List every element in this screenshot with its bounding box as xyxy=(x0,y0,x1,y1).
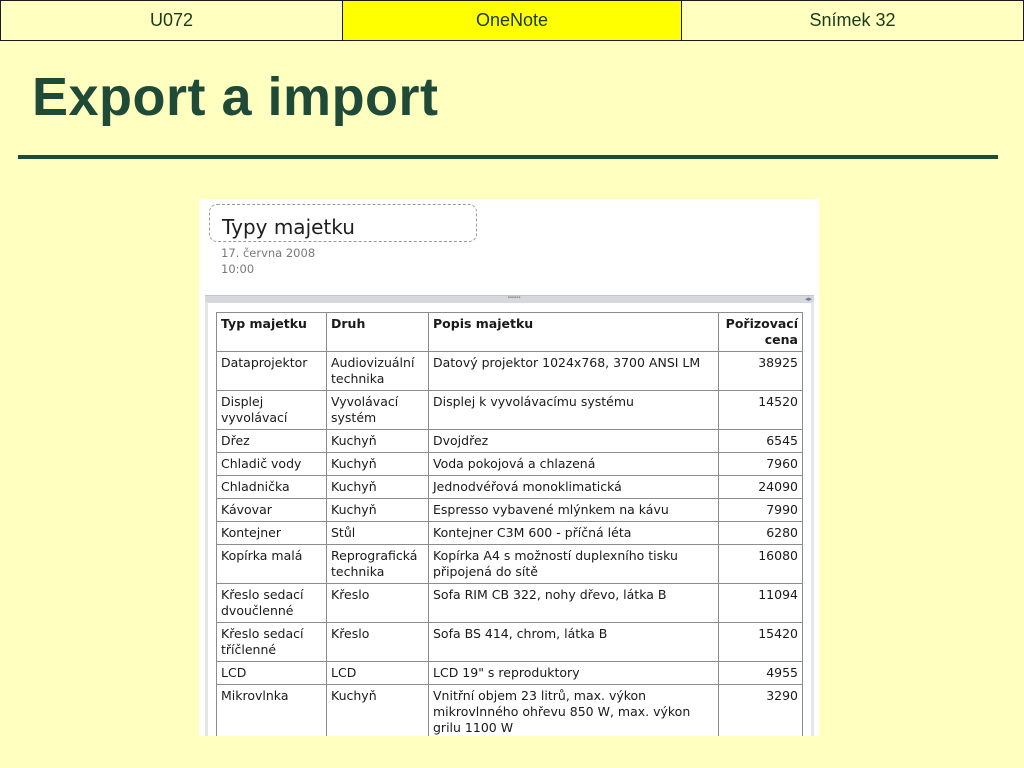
cell-category: Kuchyň xyxy=(326,498,429,522)
page-date: 17. června 2008 xyxy=(221,246,316,260)
cell-description: Jednodvéřová monoklimatická xyxy=(428,475,719,499)
cell-cost: 6545 xyxy=(718,429,803,453)
cell-category: Vyvolávací systém xyxy=(326,390,429,430)
table-row: Dřez Kuchyň Dvojdřez 6545 xyxy=(216,429,803,453)
cell-cost: 16080 xyxy=(718,544,803,584)
column-header-description: Popis majetku xyxy=(428,312,719,352)
cell-type: Chladnička xyxy=(216,475,327,499)
table-row: Chladič vody Kuchyň Voda pokojová a chla… xyxy=(216,452,803,476)
cell-cost: 15420 xyxy=(718,622,803,662)
header-topic: OneNote xyxy=(343,1,682,40)
cell-type: Chladič vody xyxy=(216,452,327,476)
cell-description: Dvojdřez xyxy=(428,429,719,453)
cell-type: Kontejner xyxy=(216,521,327,545)
table-row: Křeslo sedací dvoučlenné Křeslo Sofa RIM… xyxy=(216,583,803,623)
cell-cost: 24090 xyxy=(718,475,803,499)
cell-type: Kávovar xyxy=(216,498,327,522)
cell-category: LCD xyxy=(326,661,429,685)
outline-drag-handle-icon: ▪▪▪▪▪▪ xyxy=(507,295,521,301)
cell-cost: 7960 xyxy=(718,452,803,476)
cell-description: Sofa BS 414, chrom, látka B xyxy=(428,622,719,662)
cell-type: Křeslo sedací tříčlenné xyxy=(216,622,327,662)
cell-cost: 38925 xyxy=(718,351,803,391)
cell-description: Datový projektor 1024x768, 3700 ANSI LM xyxy=(428,351,719,391)
table-row: Kávovar Kuchyň Espresso vybavené mlýnkem… xyxy=(216,498,803,522)
cell-cost: 6280 xyxy=(718,521,803,545)
cell-cost: 4955 xyxy=(718,661,803,685)
cell-type: Dataprojektor xyxy=(216,351,327,391)
cell-description: Vnitřní objem 23 litrů, max. výkon mikro… xyxy=(428,684,719,736)
cell-category: Stůl xyxy=(326,521,429,545)
cell-cost: 11094 xyxy=(718,583,803,623)
page-time: 10:00 xyxy=(221,262,255,276)
page-title-box: Typy majetku xyxy=(209,204,477,242)
table-header-row: Typ majetku Druh Popis majetku Pořizovac… xyxy=(216,312,803,352)
cell-category: Křeslo xyxy=(326,622,429,662)
cell-cost: 14520 xyxy=(718,390,803,430)
onenote-screenshot: Typy majetku 17. června 2008 10:00 ▪▪▪▪▪… xyxy=(199,199,819,736)
cell-category: Kuchyň xyxy=(326,684,429,736)
outline-left-edge xyxy=(205,302,208,736)
page-title: Typy majetku xyxy=(222,215,355,239)
cell-type: Mikrovlnka xyxy=(216,684,327,736)
slide: U072 OneNote Snímek 32 Export a import T… xyxy=(0,0,1024,768)
cell-category: Kuchyň xyxy=(326,452,429,476)
table-row: Displej vyvolávací Vyvolávací systém Dis… xyxy=(216,390,803,430)
cell-type: Displej vyvolávací xyxy=(216,390,327,430)
cell-category: Křeslo xyxy=(326,583,429,623)
outline-right-edge xyxy=(811,302,814,736)
cell-category: Reprografická technika xyxy=(326,544,429,584)
slide-title: Export a import xyxy=(32,67,439,127)
cell-type: LCD xyxy=(216,661,327,685)
title-underline xyxy=(18,155,998,159)
table-row: Kopírka malá Reprografická technika Kopí… xyxy=(216,544,803,584)
cell-cost: 3290 xyxy=(718,684,803,736)
cell-category: Kuchyň xyxy=(326,429,429,453)
column-header-category: Druh xyxy=(326,312,429,352)
cell-description: Kontejner C3M 600 - příčná léta xyxy=(428,521,719,545)
cell-category: Audiovizuální technika xyxy=(326,351,429,391)
cell-description: Espresso vybavené mlýnkem na kávu xyxy=(428,498,719,522)
cell-description: Voda pokojová a chlazená xyxy=(428,452,719,476)
table-row: Kontejner Stůl Kontejner C3M 600 - příčn… xyxy=(216,521,803,545)
table-row: Mikrovlnka Kuchyň Vnitřní objem 23 litrů… xyxy=(216,684,803,736)
table-row: LCD LCD LCD 19" s reproduktory 4955 xyxy=(216,661,803,685)
cell-cost: 7990 xyxy=(718,498,803,522)
column-header-cost: Pořizovací cena xyxy=(718,312,803,352)
cell-description: Kopírka A4 s možností duplexního tisku p… xyxy=(428,544,719,584)
table-row: Dataprojektor Audiovizuální technika Dat… xyxy=(216,351,803,391)
slide-header-bar: U072 OneNote Snímek 32 xyxy=(0,0,1024,41)
table-row: Chladnička Kuchyň Jednodvéřová monoklima… xyxy=(216,475,803,499)
cell-type: Křeslo sedací dvoučlenné xyxy=(216,583,327,623)
asset-table: Typ majetku Druh Popis majetku Pořizovac… xyxy=(216,312,803,736)
cell-type: Kopírka malá xyxy=(216,544,327,584)
table-row: Křeslo sedací tříčlenné Křeslo Sofa BS 4… xyxy=(216,622,803,662)
header-slide-number: Snímek 32 xyxy=(682,1,1023,40)
cell-type: Dřez xyxy=(216,429,327,453)
cell-description: Sofa RIM CB 322, nohy dřevo, látka B xyxy=(428,583,719,623)
outline-container-bar: ▪▪▪▪▪▪ ◂▸ xyxy=(205,295,814,303)
column-header-type: Typ majetku xyxy=(216,312,327,352)
header-course-code: U072 xyxy=(1,1,343,40)
cell-description: LCD 19" s reproduktory xyxy=(428,661,719,685)
cell-description: Displej k vyvolávacímu systému xyxy=(428,390,719,430)
cell-category: Kuchyň xyxy=(326,475,429,499)
